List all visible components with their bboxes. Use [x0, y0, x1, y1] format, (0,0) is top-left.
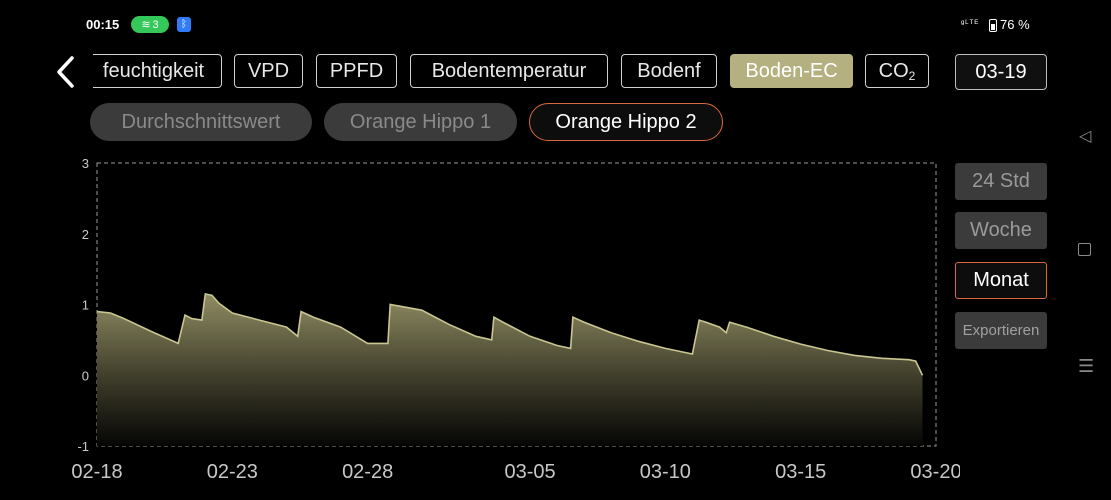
y-tick-label: 1	[82, 298, 89, 313]
tab-label: PPFD	[329, 59, 384, 82]
export-button[interactable]: Exportieren	[955, 312, 1047, 349]
tab-boden-ec[interactable]: Boden-EC	[730, 54, 853, 88]
metric-tab-strip[interactable]: feuchtigkeit VPD PPFD Bodentemperatur Bo…	[93, 54, 938, 92]
series-area	[96, 292, 924, 446]
x-tick-label: 03-05	[504, 461, 555, 483]
chevron-left-icon	[57, 56, 74, 88]
range-24h-button[interactable]: 24 Std	[955, 163, 1047, 200]
tab-label: Boden-EC	[745, 59, 838, 82]
range-week-button[interactable]: Woche	[955, 212, 1047, 249]
device-chip-label: Durchschnittswert	[121, 110, 281, 133]
triangle-left-icon[interactable]: ◁	[1079, 126, 1091, 146]
y-tick-label: -1	[77, 439, 89, 454]
tab-label: VPD	[247, 59, 290, 82]
menu-lines-icon[interactable]: ☰	[1078, 356, 1094, 377]
tab-co2[interactable]: CO2	[865, 54, 929, 88]
tab-ppfd[interactable]: PPFD	[316, 54, 397, 88]
tab-bodentemperatur[interactable]: Bodentemperatur	[410, 54, 608, 88]
status-time: 00:15	[86, 17, 120, 32]
bluetooth-icon: ᛒ	[177, 17, 191, 32]
device-chip-orange-hippo-2[interactable]: Orange Hippo 2	[529, 103, 723, 141]
x-tick-label: 03-15	[775, 461, 826, 483]
battery-percent: 76 %	[1000, 17, 1030, 32]
network-signal-icon: ᵍᴸᵀᴱ	[961, 18, 980, 28]
export-label: Exportieren	[962, 322, 1040, 339]
tab-label: Bodenf	[637, 59, 701, 82]
back-button[interactable]	[50, 52, 80, 92]
x-tick-label: 02-23	[207, 461, 258, 483]
tab-vpd[interactable]: VPD	[234, 54, 303, 88]
tab-bodenfeuchtigkeit[interactable]: Bodenf	[621, 54, 717, 88]
range-label: Woche	[970, 219, 1032, 241]
boden-ec-chart: -1 0 1 2 3 02-18 02-23 02-28 03-05 03-10 03-15 03-…	[71, 156, 960, 483]
battery-icon	[989, 19, 997, 32]
status-bar: 00:15 ≋ 3 ᛒ ᵍᴸᵀᴱ 76 %	[0, 0, 1111, 46]
x-tick-label: 03-20	[910, 461, 960, 483]
range-label: 24 Std	[972, 170, 1030, 192]
date-label: 03-19	[975, 60, 1027, 83]
tab-feuchtigkeit[interactable]: feuchtigkeit	[93, 54, 222, 88]
tab-label: Bodentemperatur	[431, 59, 587, 82]
y-tick-label: 0	[82, 368, 89, 383]
wifi-hotspot-badge: ≋ 3	[131, 16, 169, 33]
y-tick-label: 2	[82, 227, 89, 242]
device-chip-orange-hippo-1[interactable]: Orange Hippo 1	[324, 103, 517, 141]
device-chip-average[interactable]: Durchschnittswert	[90, 103, 312, 141]
tab-label: feuchtigkeit	[102, 59, 205, 82]
range-month-button[interactable]: Monat	[955, 262, 1047, 299]
tab-label: CO2	[878, 59, 916, 83]
x-tick-label: 02-18	[71, 461, 122, 483]
range-label: Monat	[973, 269, 1029, 291]
x-tick-label: 02-28	[342, 461, 393, 483]
x-tick-label: 03-10	[640, 461, 691, 483]
device-chip-label: Orange Hippo 2	[555, 110, 697, 133]
x-axis-ticks: 02-18 02-23 02-28 03-05 03-10 03-15 03-20	[71, 461, 960, 483]
device-chip-label: Orange Hippo 1	[349, 110, 492, 133]
y-tick-label: 3	[82, 156, 89, 171]
date-picker-button[interactable]: 03-19	[955, 54, 1047, 90]
wifi-count: 3	[152, 18, 159, 31]
y-axis-ticks: -1 0 1 2 3	[77, 156, 89, 454]
square-icon[interactable]	[1078, 243, 1091, 256]
wifi-icon: ≋	[141, 19, 151, 31]
series-area-fill	[97, 293, 923, 446]
